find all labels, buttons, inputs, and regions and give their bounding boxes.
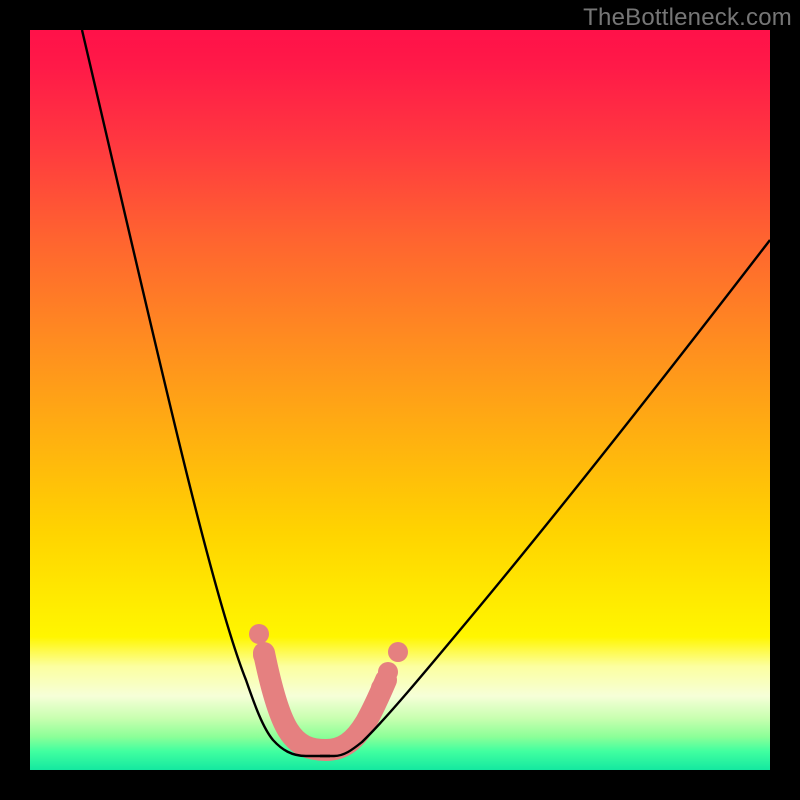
plot-area	[30, 30, 770, 770]
left-curve	[82, 30, 330, 756]
dot-left-upper	[249, 624, 269, 644]
watermark-text: TheBottleneck.com	[583, 4, 792, 32]
dot-right-3	[388, 642, 408, 662]
dot-right-2	[378, 662, 398, 682]
chart-frame: TheBottleneck.com	[0, 0, 800, 800]
curve-layer	[30, 30, 770, 770]
dot-left-lower	[253, 645, 273, 665]
